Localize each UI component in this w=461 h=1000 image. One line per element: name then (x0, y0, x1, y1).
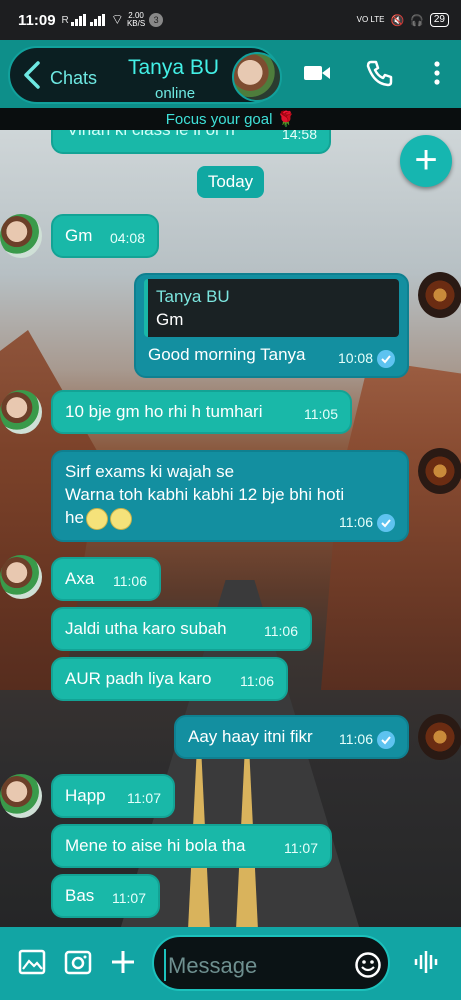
message-text: Good morning Tanya (148, 345, 306, 364)
message-text: Axa (65, 569, 95, 588)
emoji-icon (109, 507, 132, 530)
signal-icon-2 (89, 14, 105, 26)
message-time: 10:08 (337, 350, 373, 366)
message-time: 11:06 (339, 731, 373, 747)
message-bubble[interactable]: Gm 04:08 (51, 214, 159, 258)
sender-avatar[interactable] (0, 390, 42, 434)
more-vert-icon[interactable] (422, 58, 452, 88)
emoji-icon[interactable] (354, 951, 382, 979)
headphones-icon: 🎧 (410, 14, 424, 27)
sender-avatar[interactable] (0, 555, 42, 599)
contact-name[interactable]: Tanya BU (128, 56, 219, 80)
message-time: 11:06 (240, 673, 274, 689)
sender-avatar[interactable] (0, 214, 42, 258)
gallery-icon[interactable] (17, 947, 47, 977)
message-text: AUR padh liya karo (65, 669, 212, 688)
own-avatar[interactable] (418, 272, 461, 318)
message-text: Mene to aise hi bola tha (65, 836, 246, 855)
back-arrow-icon[interactable] (20, 60, 44, 90)
message-text: Gm (65, 226, 93, 245)
message-bubble[interactable]: Bas 11:07 (51, 874, 160, 918)
quoted-reply-text: Gm (156, 310, 184, 329)
chat-header: Chats Tanya BU online (0, 40, 461, 108)
message-time: 11:06 (264, 623, 298, 639)
motto-bar: Focus your goal 🌹 (0, 108, 461, 130)
message-bubble[interactable]: 10 bje gm ho rhi h tumhari 11:05 (51, 390, 352, 434)
signal-icon (70, 14, 86, 26)
message-bubble[interactable]: Jaldi utha karo subah 11:06 (51, 607, 312, 651)
emoji-icon (85, 507, 108, 530)
status-time: 11:09 (18, 11, 56, 29)
notification-count-badge: 3 (149, 13, 164, 27)
message-time: 04:08 (109, 230, 145, 246)
signal-r-label: R (61, 14, 69, 26)
video-call-icon[interactable] (302, 58, 332, 88)
read-tick-icon (377, 349, 395, 368)
read-tick-icon (377, 513, 395, 532)
message-time: 11:06 (113, 573, 147, 589)
message-bubble[interactable]: Mene to aise hi bola tha 11:07 (51, 824, 332, 868)
chat-area[interactable]: Vihan ki class le li or h 14:58 Today Gm… (0, 130, 461, 927)
message-text-line: he (65, 508, 84, 527)
text-caret (164, 949, 166, 981)
quoted-reply[interactable]: Tanya BU Gm (144, 279, 399, 337)
voice-icon[interactable] (412, 947, 442, 977)
sender-avatar[interactable] (0, 774, 42, 818)
message-time: 11:07 (112, 890, 146, 906)
network-speed: 2.00 KB/S (126, 11, 146, 28)
message-text-line: Warna toh kabhi kabhi 12 bje bhi hoti (65, 485, 345, 504)
contact-status: online (155, 85, 196, 102)
own-avatar[interactable] (418, 714, 461, 760)
message-text: Happ (65, 786, 106, 805)
message-time: 11:06 (339, 514, 373, 530)
message-text: 10 bje gm ho rhi h tumhari (65, 402, 263, 421)
message-bubble[interactable]: Vihan ki class le li or h 14:58 (51, 130, 331, 154)
date-chip: Today (197, 166, 264, 198)
message-text-line: Sirf exams ki wajah se (65, 462, 235, 481)
read-tick-icon (377, 730, 395, 749)
message-bubble[interactable]: AUR padh liya karo 11:06 (51, 657, 288, 701)
mute-icon: 🔇 (390, 14, 405, 27)
message-bubble[interactable]: Sirf exams ki wajah se Warna toh kabhi k… (51, 450, 409, 542)
message-placeholder: Message (168, 953, 258, 978)
phone-icon[interactable] (364, 58, 394, 88)
back-label[interactable]: Chats (50, 68, 97, 89)
wifi-icon: ⌔ (110, 11, 124, 27)
add-icon[interactable]: + (400, 135, 452, 187)
message-bubble[interactable]: Happ 11:07 (51, 774, 175, 818)
camera-icon[interactable] (63, 947, 93, 977)
contact-pill[interactable]: Chats Tanya BU online (8, 46, 282, 104)
message-bubble[interactable]: Tanya BU Gm Good morning Tanya 10:08 (134, 273, 409, 378)
composer-bar: Message (0, 927, 461, 1000)
message-text: Jaldi utha karo subah (65, 619, 227, 638)
message-time: 14:58 (281, 130, 317, 142)
status-bar: 11:09 R ⌔ 2.00 KB/S 3 VO LTE 🔇 🎧 29 (0, 0, 461, 40)
plus-icon[interactable] (108, 947, 138, 977)
volte-indicator: VO LTE (356, 15, 385, 24)
message-time: 11:07 (284, 840, 318, 856)
message-bubble[interactable]: Aay haay itni fikr 11:06 (174, 715, 409, 759)
message-text: Aay haay itni fikr (188, 727, 313, 746)
message-time: 11:05 (304, 406, 338, 422)
message-text: Bas (65, 886, 95, 905)
quoted-reply-sender: Tanya BU (156, 287, 230, 306)
battery-indicator: 29 (429, 13, 449, 27)
contact-avatar[interactable] (232, 52, 282, 102)
own-avatar[interactable] (418, 448, 461, 494)
message-time: 11:07 (127, 790, 161, 806)
message-bubble[interactable]: Axa 11:06 (51, 557, 161, 601)
message-input[interactable]: Message (152, 935, 390, 991)
